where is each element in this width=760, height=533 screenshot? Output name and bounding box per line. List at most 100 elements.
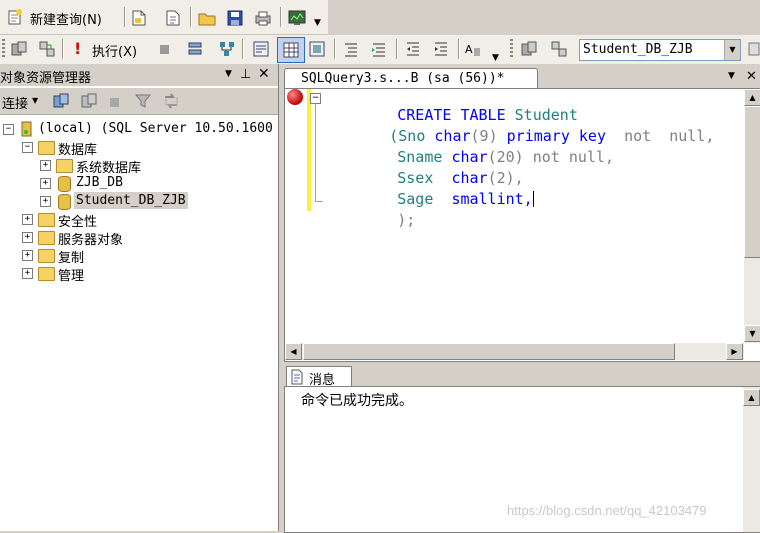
tree-node-system-databases[interactable]: + 系统数据库 bbox=[0, 156, 278, 176]
folder-icon bbox=[38, 213, 55, 227]
document-tab-title: SQLQuery3.s...B (sa (56))* bbox=[301, 71, 505, 86]
specify-template-values-icon[interactable]: A bbox=[464, 40, 482, 58]
folder-icon bbox=[38, 267, 55, 281]
collapse-icon[interactable]: − bbox=[22, 142, 33, 153]
scroll-right-icon[interactable]: ▶ bbox=[726, 343, 743, 360]
results-to-grid-button[interactable] bbox=[277, 37, 305, 63]
tree-node-replication[interactable]: + 复制 bbox=[0, 246, 278, 266]
tree-node-server-objects[interactable]: + 服务器对象 bbox=[0, 228, 278, 248]
scroll-up-icon[interactable]: ▲ bbox=[744, 89, 760, 106]
editor-horizontal-scrollbar[interactable]: ◀ ▶ bbox=[285, 343, 744, 360]
execute-button[interactable]: ! 执行(X) bbox=[70, 39, 152, 60]
messages-text: 命令已成功完成。 bbox=[301, 393, 413, 409]
expand-icon[interactable]: + bbox=[22, 232, 33, 243]
decrease-indent-icon[interactable] bbox=[404, 40, 422, 58]
object-explorer-tree: − (local) (SQL Server 10.50.1600 − 数据库 +… bbox=[0, 118, 278, 531]
query-options-icon[interactable] bbox=[748, 40, 760, 58]
editor-region: SQLQuery3.s...B (sa (56))* ▼ ✕ − CREATE … bbox=[280, 64, 760, 533]
collapse-icon[interactable]: − bbox=[3, 124, 14, 135]
object-explorer-titlebar: 对象资源管理器 ▼ ⊥ ✕ bbox=[0, 64, 278, 86]
collapse-region-icon[interactable]: − bbox=[310, 93, 321, 104]
expand-icon[interactable]: + bbox=[22, 268, 33, 279]
database-icon bbox=[58, 194, 71, 210]
database-icon bbox=[58, 176, 71, 192]
sql-code-editor[interactable]: − CREATE TABLE Student (Sno char(9) prim… bbox=[284, 88, 760, 362]
uncomment-lines-icon[interactable] bbox=[370, 40, 388, 58]
outline-end bbox=[315, 201, 323, 202]
increase-indent-icon[interactable] bbox=[432, 40, 450, 58]
toolbar-overflow-chevron[interactable]: ▼ bbox=[314, 18, 326, 32]
results-splitter[interactable] bbox=[284, 362, 760, 366]
editor-margin bbox=[285, 89, 309, 343]
new-query-button[interactable]: 新建查询(N) bbox=[4, 6, 122, 28]
expand-icon[interactable]: + bbox=[40, 160, 51, 171]
connect-chevron-icon: ▼ bbox=[32, 96, 39, 105]
folder-icon bbox=[38, 231, 55, 245]
tree-node-security[interactable]: + 安全性 bbox=[0, 210, 278, 230]
execute-label: 执行(X) bbox=[92, 45, 138, 60]
dropdown-arrow-icon[interactable]: ▼ bbox=[724, 40, 740, 60]
connect-dropdown-button[interactable]: 连接 ▼ bbox=[2, 91, 44, 112]
scroll-up-icon[interactable]: ▲ bbox=[743, 389, 760, 406]
database-select[interactable]: Student_DB_ZJB ▼ bbox=[579, 39, 741, 61]
expand-icon[interactable]: + bbox=[22, 214, 33, 225]
toolbar2-overflow-chevron[interactable]: ▼ bbox=[492, 53, 499, 63]
scroll-thumb[interactable] bbox=[744, 106, 760, 258]
breakpoint-icon[interactable] bbox=[287, 89, 303, 105]
text-cursor bbox=[532, 191, 534, 207]
scroll-left-icon[interactable]: ◀ bbox=[285, 343, 302, 360]
editor-vertical-scrollbar[interactable]: ▲ ▼ bbox=[744, 89, 760, 343]
expand-icon[interactable]: + bbox=[22, 250, 33, 261]
h-scroll-thumb[interactable] bbox=[303, 343, 675, 360]
parse-icon[interactable] bbox=[186, 40, 204, 58]
messages-vertical-scrollbar[interactable]: ▲ bbox=[743, 387, 760, 532]
new-project-icon[interactable] bbox=[164, 9, 182, 27]
print-icon[interactable] bbox=[254, 9, 272, 27]
comment-lines-icon[interactable] bbox=[342, 40, 360, 58]
panel-dropdown-icon[interactable]: ▼ bbox=[225, 69, 232, 79]
new-file-icon[interactable] bbox=[130, 9, 148, 27]
code-line-6: ); bbox=[325, 193, 415, 247]
expand-icon[interactable]: + bbox=[40, 196, 51, 207]
change-connection-icon[interactable] bbox=[38, 40, 56, 58]
server-icon bbox=[21, 121, 32, 137]
stop-refresh-icon[interactable] bbox=[110, 98, 119, 107]
tree-node-databases[interactable]: − 数据库 bbox=[0, 138, 278, 158]
close-icon[interactable]: ✕ bbox=[258, 66, 270, 82]
activity-monitor-icon[interactable] bbox=[288, 9, 306, 27]
save-icon[interactable] bbox=[226, 9, 244, 27]
pin-icon[interactable]: ⊥ bbox=[240, 67, 251, 82]
scroll-down-icon[interactable]: ▼ bbox=[744, 325, 760, 342]
refresh-icon[interactable] bbox=[162, 92, 180, 110]
object-explorer-title: 对象资源管理器 bbox=[0, 71, 92, 86]
connect-icon[interactable] bbox=[10, 40, 28, 58]
results-to-grid-icon bbox=[283, 42, 299, 58]
estimated-plan-icon[interactable] bbox=[218, 40, 236, 58]
close-document-icon[interactable]: ✕ bbox=[746, 69, 757, 84]
results-to-file-icon[interactable] bbox=[308, 40, 326, 58]
results-to-text-icon[interactable] bbox=[252, 40, 270, 58]
object-explorer-connect-icon[interactable] bbox=[520, 40, 538, 58]
new-query-label: 新建查询(N) bbox=[30, 13, 102, 28]
tree-node-management[interactable]: + 管理 bbox=[0, 264, 278, 284]
toolbar-sql-editor: ! 执行(X) A ▼ Student_DB_ZJB ▼ bbox=[0, 35, 760, 65]
object-explorer-change-icon[interactable] bbox=[550, 40, 568, 58]
open-folder-icon[interactable] bbox=[198, 9, 216, 27]
disconnect-icon[interactable] bbox=[80, 92, 98, 110]
folder-icon bbox=[38, 141, 55, 155]
tree-node-zjb-db[interactable]: + ZJB_DB bbox=[0, 174, 278, 192]
filter-icon[interactable] bbox=[134, 92, 152, 110]
folder-icon bbox=[38, 249, 55, 263]
tab-list-icon[interactable]: ▼ bbox=[728, 71, 735, 81]
document-tab[interactable]: SQLQuery3.s...B (sa (56))* bbox=[284, 68, 538, 89]
code-text: CREATE TABLE Student (Sno char(9) primar… bbox=[325, 88, 745, 328]
change-indicator-bar bbox=[307, 89, 311, 211]
tree-node-student-db-zjb[interactable]: + Student_DB_ZJB bbox=[0, 192, 278, 210]
stop-icon[interactable] bbox=[160, 45, 169, 54]
connect-object-explorer-icon[interactable] bbox=[52, 92, 70, 110]
toolbar-standard: 新建查询(N) ▼ bbox=[0, 0, 328, 35]
expand-icon[interactable]: + bbox=[40, 178, 51, 189]
code-constraint: not null, bbox=[532, 148, 614, 166]
tree-node-server[interactable]: − (local) (SQL Server 10.50.1600 bbox=[0, 120, 278, 138]
messages-tab[interactable]: 消息 bbox=[286, 366, 352, 388]
